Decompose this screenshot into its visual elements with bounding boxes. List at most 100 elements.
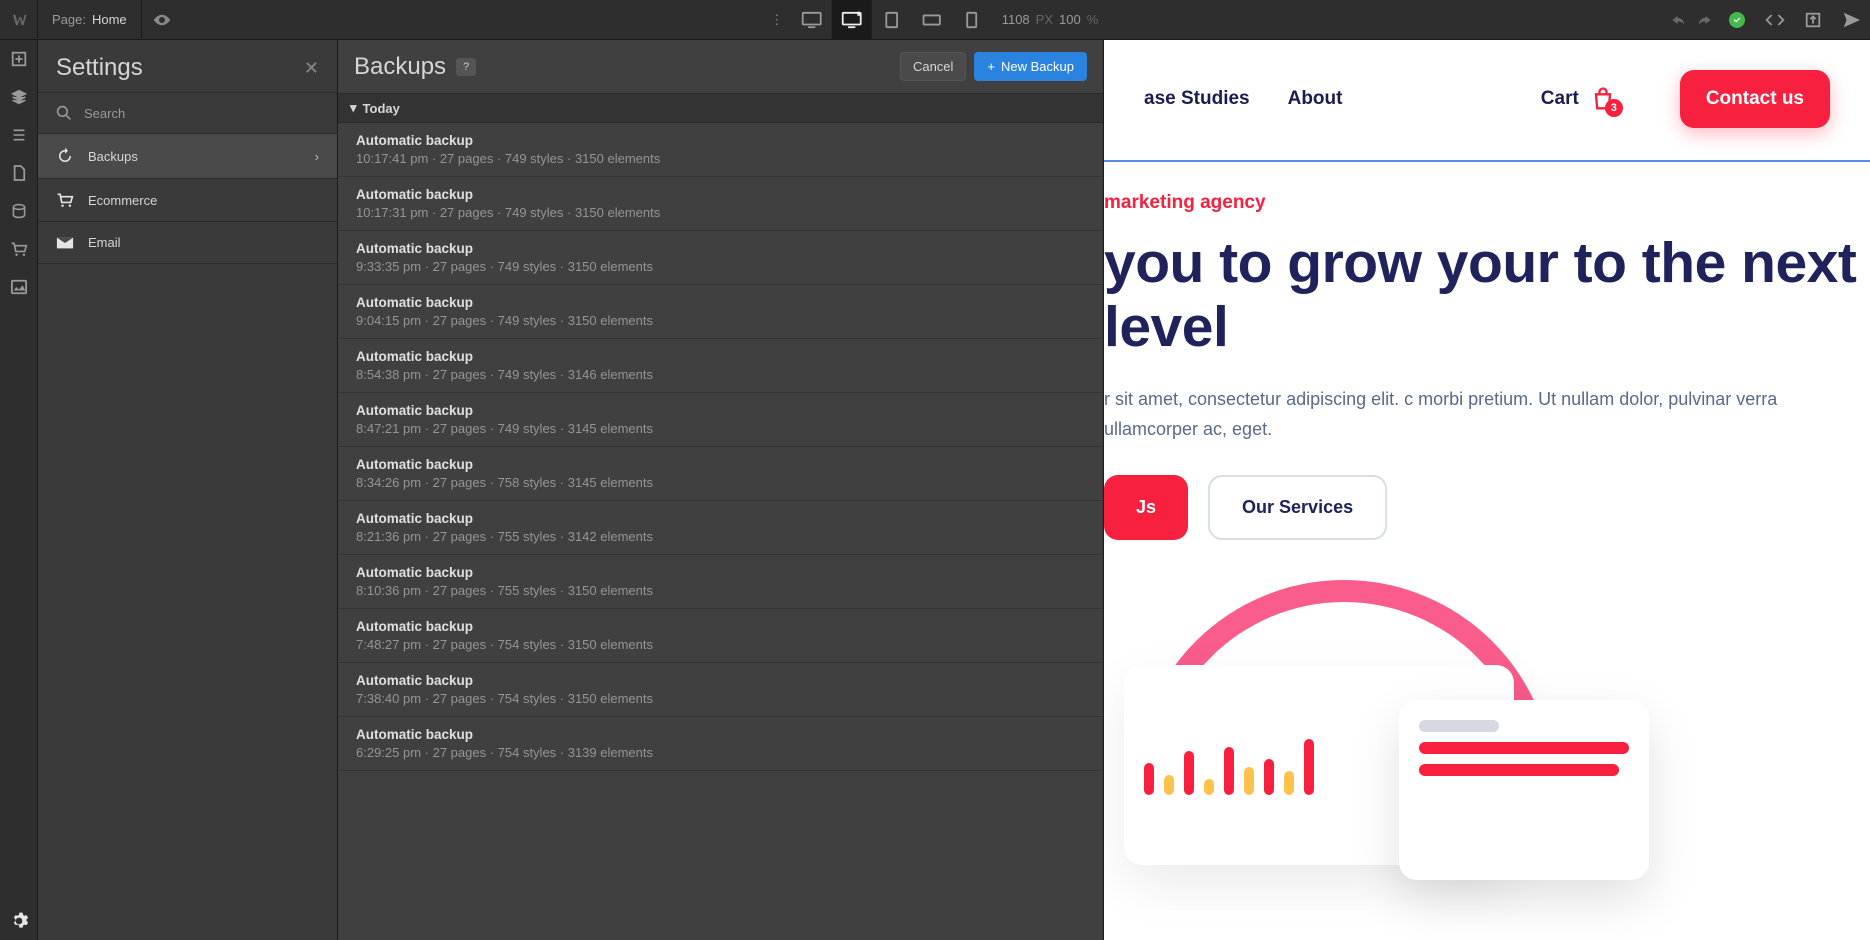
breakpoint-switcher: ⋮ 1108 PX 100 %: [762, 0, 1109, 40]
canvas-zoom-unit: %: [1087, 12, 1099, 27]
assets-icon[interactable]: [0, 268, 38, 306]
contact-us-button[interactable]: Contact us: [1680, 70, 1830, 128]
backup-item[interactable]: Automatic backup8:47:21 pm · 27 pages · …: [338, 393, 1103, 447]
backup-list: Automatic backup 10:17:41 pm · 27 pages ·…: [338, 123, 1103, 940]
backup-item[interactable]: Automatic backup 7:38:40 pm · 27 pages · …: [338, 663, 1103, 717]
backup-item[interactable]: Automatic backup 8:54:38 pm · 27 pages · …: [338, 339, 1103, 393]
topbar: Page: Home ⋮ 1108 PX 100 %: [0, 0, 1870, 40]
backup-meta: 8:10:36 pm · 27 pages · 755 styles · 315…: [356, 583, 1085, 598]
undo-icon[interactable]: [1668, 0, 1690, 40]
backup-item[interactable]: Automatic backup 7:48:27 pm · 27 pages · …: [338, 609, 1103, 663]
backup-item[interactable]: Automatic backup 9:33:35 pm · 27 pages · …: [338, 231, 1103, 285]
hero-primary-button[interactable]: Js: [1104, 475, 1188, 540]
site-nav: ase Studies About Cart 3 Contact us: [1104, 40, 1870, 148]
device-mobile-landscape-icon[interactable]: [912, 0, 952, 40]
symbols-icon[interactable]: [0, 78, 38, 116]
backup-meta: 8:21:36 pm · 27 pages · 755 styles · 314…: [356, 529, 1085, 544]
backup-title: Automatic backup: [356, 187, 1085, 202]
cms-icon[interactable]: [0, 192, 38, 230]
backup-title: Automatic backup: [356, 241, 1085, 256]
settings-item-label: Ecommerce: [88, 193, 157, 208]
backup-title: Automatic backup: [356, 619, 1085, 634]
backup-title: Automatic backup: [356, 673, 1085, 688]
backup-item[interactable]: Automatic backup 8:10:36 pm · 27 pages · …: [338, 555, 1103, 609]
new-backup-button[interactable]: + New Backup: [974, 52, 1087, 81]
backup-meta: 8:34:26 pm · 27 pages · 758 styles · 314…: [356, 475, 1085, 490]
settings-icon[interactable]: [0, 902, 38, 940]
settings-item-label: Backups: [88, 149, 138, 164]
backup-meta: 7:38:40 pm · 27 pages · 754 styles · 315…: [356, 691, 1085, 706]
backup-meta: 9:33:35 pm · 27 pages · 749 styles · 315…: [356, 259, 1085, 274]
backup-title: Automatic backup: [356, 403, 1085, 418]
canvas-dimensions[interactable]: 1108 PX 100 %: [992, 12, 1109, 27]
status-ok-icon[interactable]: [1718, 0, 1756, 40]
settings-item-backups[interactable]: Backups ›: [38, 134, 337, 179]
hero-eyebrow: marketing agency: [1104, 192, 1870, 214]
settings-item-ecommerce[interactable]: Ecommerce: [38, 179, 337, 222]
page-name: Home: [92, 12, 127, 27]
backup-item[interactable]: Automatic backup 8:34:26 pm · 27 pages · …: [338, 447, 1103, 501]
settings-item-label: Email: [88, 235, 121, 250]
device-desktop-star-icon[interactable]: [832, 0, 872, 40]
page-selector[interactable]: Page: Home: [38, 0, 142, 40]
backup-title: Automatic backup: [356, 295, 1085, 310]
ecommerce-icon: [56, 192, 74, 208]
app-logo[interactable]: [0, 0, 38, 40]
settings-item-email[interactable]: Email: [38, 222, 337, 264]
cart-label: Cart: [1541, 88, 1579, 110]
chevron-down-icon: ▾: [350, 100, 357, 116]
backup-meta: 8:54:38 pm · 27 pages · 749 styles · 314…: [356, 367, 1085, 382]
nav-link-case-studies[interactable]: ase Studies: [1144, 88, 1250, 110]
hero-headline: you to grow your to the next level: [1104, 232, 1870, 360]
backup-item[interactable]: Automatic backup 10:17:31 pm · 27 pages ·…: [338, 177, 1103, 231]
backup-title: Automatic backup: [356, 727, 1085, 742]
backup-group-header[interactable]: ▾ Today: [338, 94, 1103, 123]
backup-meta: 10:17:31 pm · 27 pages · 749 styles · 31…: [356, 205, 1085, 220]
code-icon[interactable]: [1756, 0, 1794, 40]
backup-item[interactable]: Automatic backup10:17:41 pm · 27 pages ·…: [338, 123, 1103, 177]
device-mobile-icon[interactable]: [952, 0, 992, 40]
backup-item[interactable]: Automatic backup 8:21:36 pm · 27 pages · …: [338, 501, 1103, 555]
navigator-icon[interactable]: [0, 116, 38, 154]
hero-illustration: [1124, 580, 1870, 840]
ecommerce-icon[interactable]: [0, 230, 38, 268]
help-icon[interactable]: ?: [456, 58, 476, 76]
nav-link-about[interactable]: About: [1288, 88, 1343, 110]
plus-icon: +: [987, 59, 995, 74]
add-element-icon[interactable]: [0, 40, 38, 78]
more-icon[interactable]: ⋮: [762, 12, 792, 28]
settings-title: Settings: [56, 54, 143, 82]
hero-section: marketing agency you to grow your to the…: [1104, 162, 1870, 800]
cart-button[interactable]: Cart 3: [1541, 85, 1617, 113]
preview-toggle-icon[interactable]: [142, 0, 182, 40]
backup-item[interactable]: Automatic backup 9:04:15 pm · 27 pages · …: [338, 285, 1103, 339]
backup-meta: 9:04:15 pm · 27 pages · 749 styles · 315…: [356, 313, 1085, 328]
device-desktop-icon[interactable]: [792, 0, 832, 40]
group-label: Today: [363, 101, 400, 116]
design-canvas[interactable]: ase Studies About Cart 3 Contact us mark…: [1104, 40, 1870, 940]
settings-search[interactable]: Search: [38, 93, 337, 134]
backup-meta: 10:17:41 pm · 27 pages · 749 styles · 31…: [356, 151, 1085, 166]
device-tablet-icon[interactable]: [872, 0, 912, 40]
publish-icon[interactable]: [1832, 0, 1870, 40]
backup-title: Automatic backup: [356, 565, 1085, 580]
email-icon: [56, 236, 74, 250]
canvas-zoom: 100: [1059, 12, 1081, 27]
pages-icon[interactable]: [0, 154, 38, 192]
cancel-button[interactable]: Cancel: [900, 52, 966, 81]
left-rail: [0, 40, 38, 940]
backup-meta: 7:48:27 pm · 27 pages · 754 styles · 315…: [356, 637, 1085, 652]
backup-item[interactable]: Automatic backup6:29:25 pm · 27 pages · …: [338, 717, 1103, 771]
backup-title: Automatic backup: [356, 349, 1085, 364]
export-icon[interactable]: [1794, 0, 1832, 40]
illustration-card-2: [1399, 700, 1649, 880]
hero-secondary-button[interactable]: Our Services: [1208, 475, 1387, 540]
settings-header: Settings ✕: [38, 40, 337, 93]
cart-badge: 3: [1605, 99, 1623, 117]
search-icon: [56, 105, 72, 121]
chevron-right-icon: ›: [315, 149, 319, 164]
backup-title: Automatic backup: [356, 457, 1085, 472]
close-icon[interactable]: ✕: [304, 58, 319, 79]
redo-icon[interactable]: [1690, 0, 1718, 40]
backup-title: Automatic backup: [356, 511, 1085, 526]
